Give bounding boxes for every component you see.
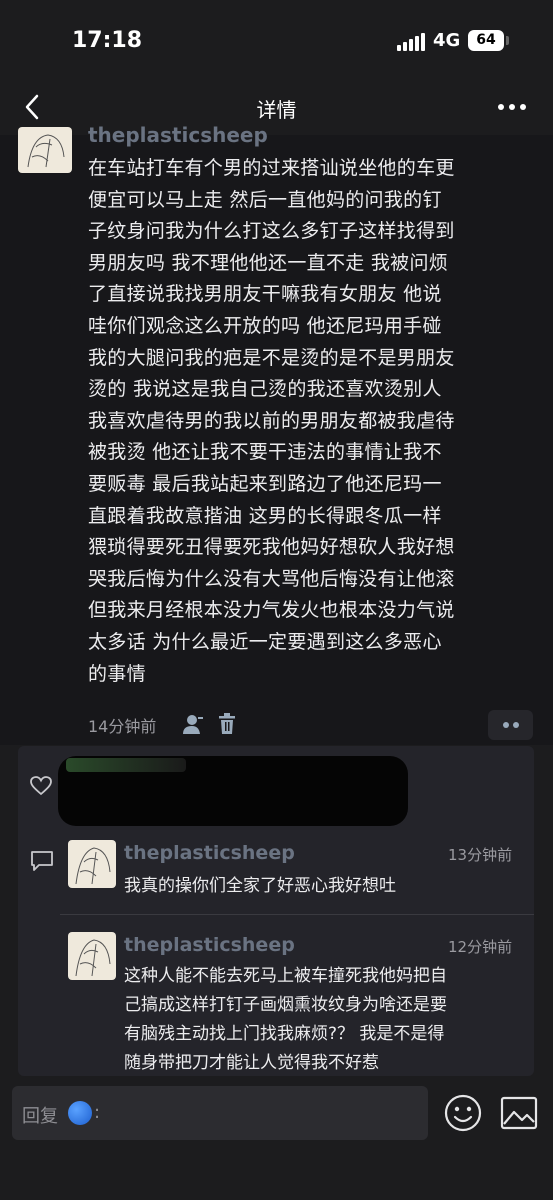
- nav-bar: 详情: [0, 80, 553, 135]
- text-line: 子纹身问我为什么打这么多钉子这样找得到: [88, 220, 455, 243]
- avatar[interactable]: [18, 127, 72, 173]
- text-line: 的事情: [88, 662, 146, 685]
- comment-username[interactable]: theplasticsheep: [124, 934, 295, 956]
- comment-time: 12分钟前: [448, 938, 513, 956]
- post-body: 在车站打车有个男的过来搭讪说坐他的车更 便宜可以马上走 然后一直他妈的问我的钉 子纹…: [88, 153, 543, 690]
- heart-icon[interactable]: [30, 776, 52, 796]
- text-line: 己搞成这样打钉子画烟熏妆纹身为啥还是要: [124, 995, 447, 1015]
- reply-input[interactable]: 回复 :: [12, 1086, 428, 1140]
- comment-icon[interactable]: [30, 850, 54, 872]
- text-line: 我真的操你们全家了好恶心我好想吐: [124, 876, 396, 896]
- text-line: 了直接说我找男朋友干嘛我有女朋友 他说: [88, 283, 442, 306]
- user-icon[interactable]: [182, 713, 204, 735]
- page-title: 详情: [256, 98, 297, 122]
- network-type: 4G: [433, 30, 461, 51]
- emoji-icon[interactable]: [444, 1094, 482, 1132]
- text-line: 猥琐得要死丑得要死我他妈好想砍人我好想: [88, 536, 455, 559]
- post-more-button[interactable]: [488, 710, 533, 740]
- avatar[interactable]: [68, 932, 116, 980]
- avatar[interactable]: [68, 840, 116, 888]
- text-line: 在车站打车有个男的过来搭讪说坐他的车更: [88, 157, 455, 179]
- text-line: 哭我后悔为什么没有大骂他后悔没有让他滚: [88, 567, 455, 590]
- text-line: 有脑残主动找上门找我麻烦?？ 我是不是得: [124, 1024, 445, 1044]
- image-icon[interactable]: [500, 1096, 538, 1130]
- text-line: 要贩毒 最后我站起来到路边了他还尼玛一: [88, 472, 442, 495]
- reply-target-avatar: [68, 1101, 92, 1125]
- redacted-avatars: [66, 758, 186, 772]
- more-dots-icon[interactable]: [498, 104, 528, 112]
- text-line: 被我烫 他还让我不要干违法的事情让我不: [88, 441, 442, 464]
- status-time: 17:18: [72, 28, 143, 53]
- text-line: 随身带把刀才能让人觉得我不好惹: [124, 1053, 379, 1073]
- battery-tip: [506, 36, 509, 45]
- text-line: 太多话 为什么最近一定要遇到这么多恶心: [88, 630, 442, 653]
- reply-bar: 回复 :: [0, 1076, 553, 1200]
- post: theplasticsheep 在车站打车有个男的过来搭讪说坐他的车更 便宜可以马…: [0, 123, 553, 745]
- text-line: 我的大腿问我的疤是不是烫的是不是男朋友: [88, 346, 455, 369]
- trash-icon[interactable]: [218, 713, 236, 735]
- text-line: 这种人能不能去死马上被车撞死我他妈把自: [124, 966, 447, 986]
- reply-label: 回复: [22, 1106, 58, 1127]
- signal-icon: [397, 33, 427, 51]
- text-line: 男朋友吗 我不理他他还一直不走 我被问烦: [88, 251, 449, 274]
- battery-icon: 64: [468, 30, 504, 51]
- comment-username[interactable]: theplasticsheep: [124, 842, 295, 864]
- text-line: 烫的 我说这是我自己烫的我还喜欢烫别人: [88, 378, 442, 401]
- post-username[interactable]: theplasticsheep: [88, 123, 268, 147]
- post-time: 14分钟前: [88, 717, 157, 736]
- text-line: 我喜欢虐待男的我以前的男朋友都被我虐待: [88, 409, 455, 432]
- text-line: 直跟着我故意揩油 这男的长得跟冬瓜一样: [88, 504, 442, 527]
- status-bar: 17:18 4G 64: [0, 0, 553, 80]
- text-line: 哇你们观念这么开放的吗 他还尼玛用手碰: [88, 314, 442, 337]
- divider: [60, 914, 534, 915]
- text-line: 但我来月经根本没力气发火也根本没力气说: [88, 599, 455, 622]
- comment-time: 13分钟前: [448, 846, 513, 864]
- text-line: 便宜可以马上走 然后一直他妈的问我的钉: [88, 188, 442, 211]
- reply-colon: :: [94, 1102, 101, 1123]
- comments-section: theplasticsheep 13分钟前 我真的操你们全家了好恶心我好想吐 t…: [18, 746, 534, 1076]
- comment-body: 这种人能不能去死马上被车撞死我他妈把自 己搞成这样打钉子画烟熏妆纹身为啥还是要 有脑…: [124, 962, 524, 1076]
- comment-body: 我真的操你们全家了好恶心我好想吐: [124, 872, 524, 901]
